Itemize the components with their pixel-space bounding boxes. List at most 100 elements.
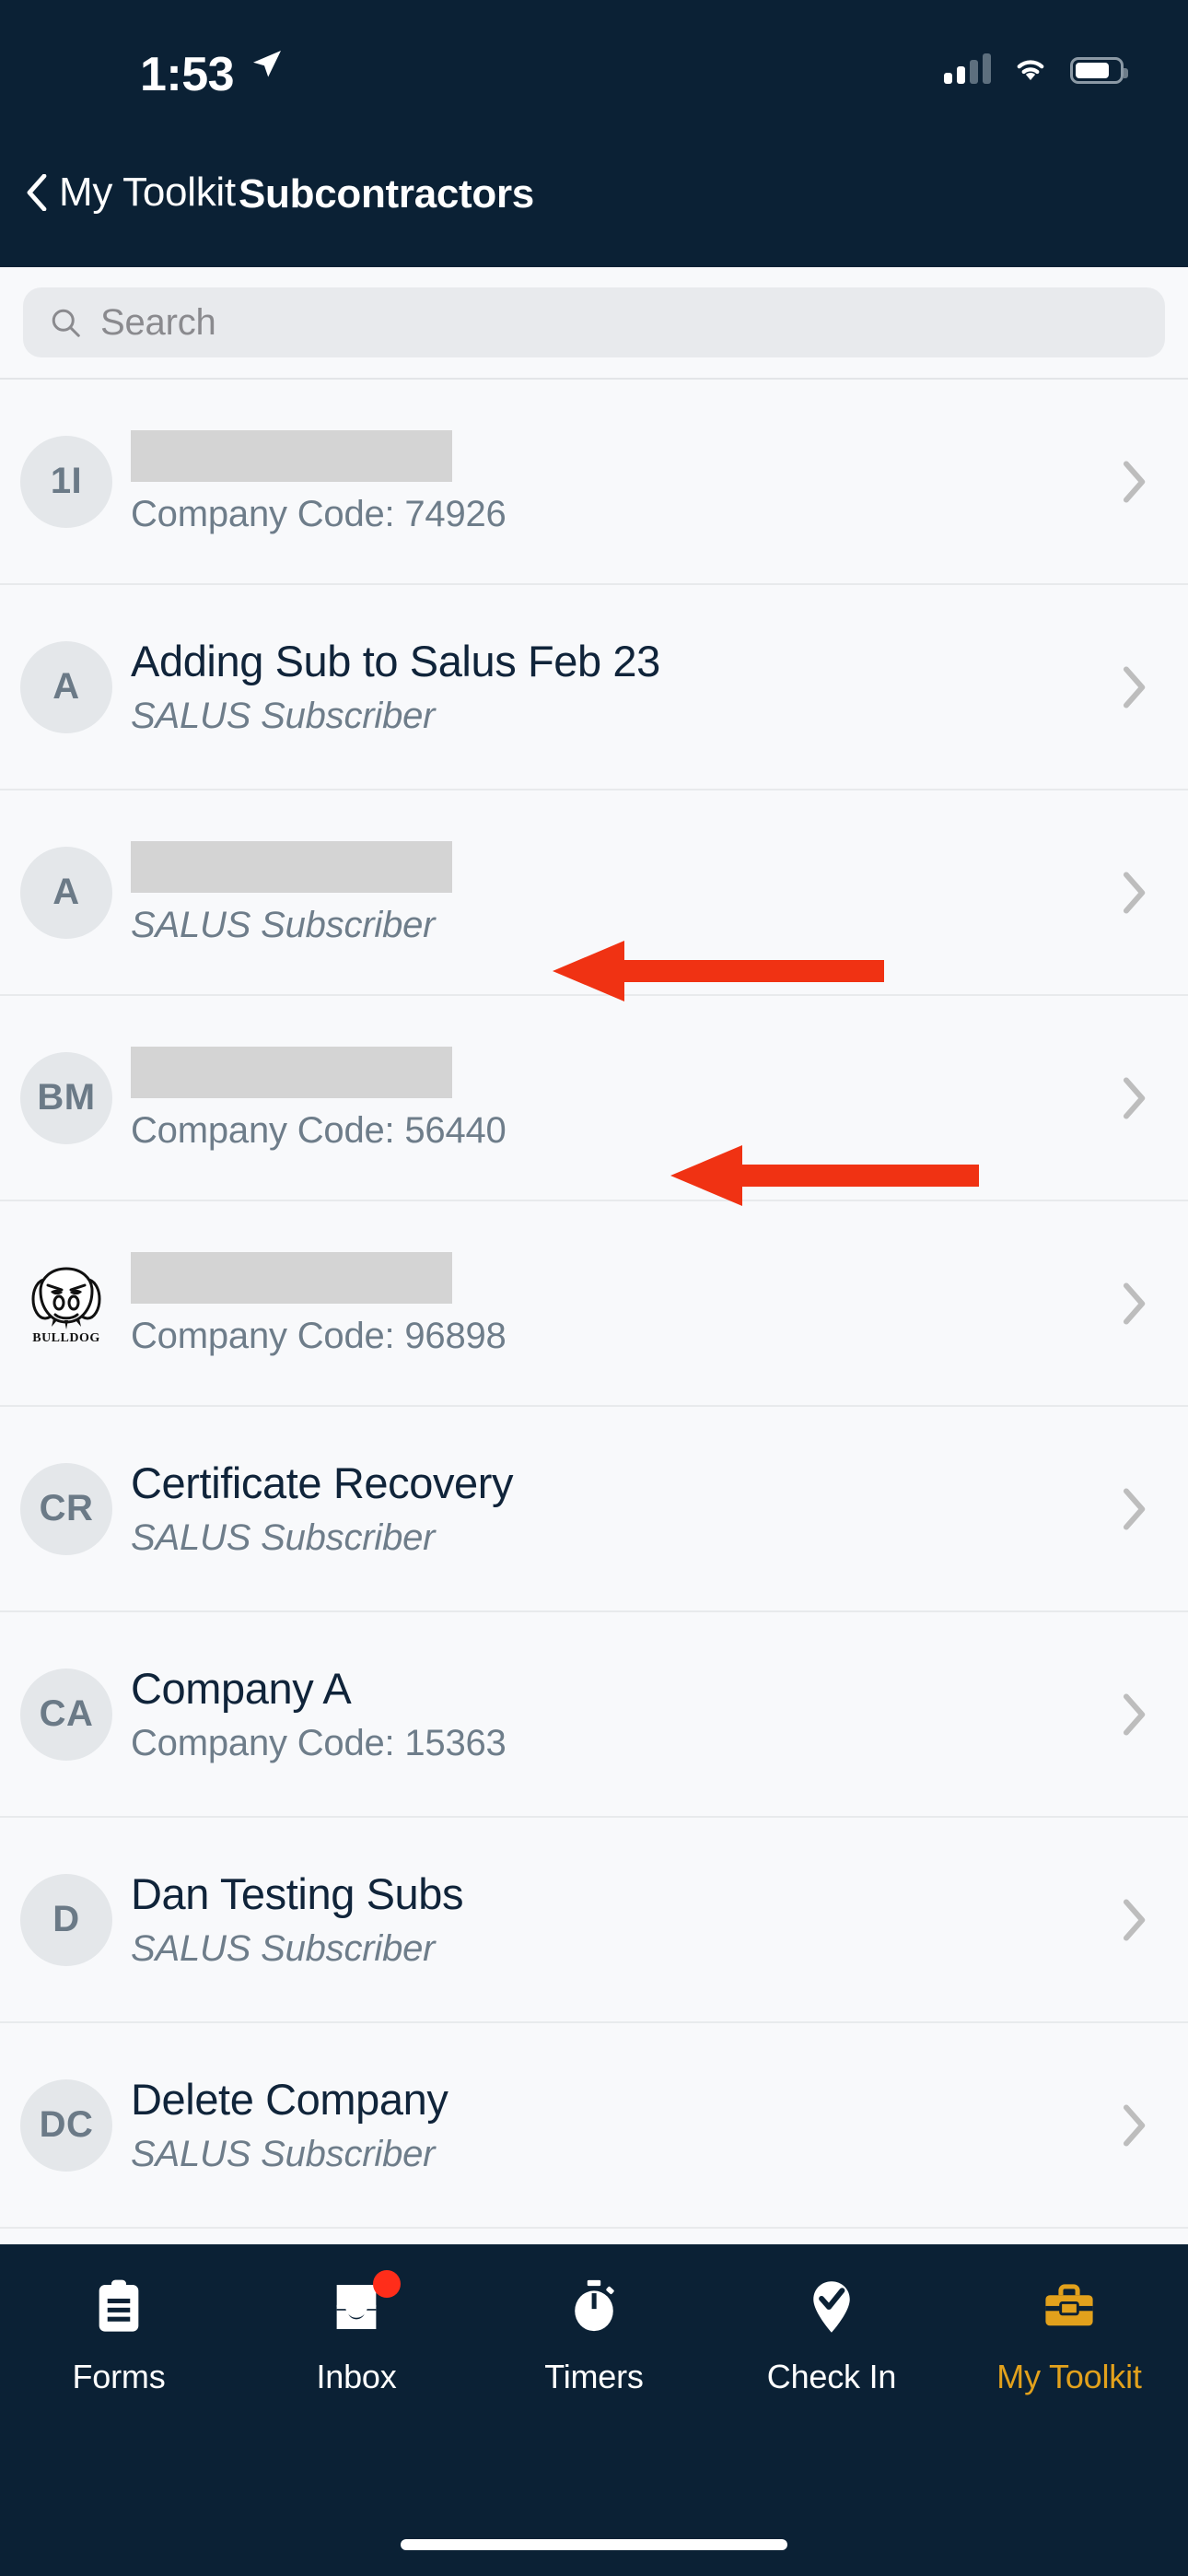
status-bar-indicators (944, 53, 1124, 84)
row-content: Company A Company Code: 15363 (131, 1666, 1112, 1762)
chevron-right-icon[interactable] (1112, 1899, 1155, 1941)
avatar-initials: CR (40, 1488, 94, 1529)
search-placeholder: Search (100, 302, 216, 344)
tab-icon-wrap (89, 2277, 148, 2341)
svg-text:BULLDOG: BULLDOG (32, 1331, 100, 1345)
company-name (131, 1047, 452, 1098)
table-row[interactable]: BM Company Code: 56440 (0, 996, 1188, 1201)
location-arrow-icon (250, 48, 284, 81)
table-row[interactable]: CR Certificate Recovery SALUS Subscriber (0, 1407, 1188, 1612)
company-subtitle: Company Code: 15363 (131, 1724, 1112, 1762)
map-pin-check-icon (802, 2277, 861, 2336)
avatar: DC (20, 2079, 112, 2172)
company-name (131, 841, 452, 893)
company-name: Dan Testing Subs (131, 1871, 1112, 1916)
tab-check-in[interactable]: Check In (713, 2277, 950, 2396)
chevron-right-icon[interactable] (1112, 2104, 1155, 2147)
status-bar-time: 1:53 (140, 51, 234, 99)
avatar-initials: A (52, 872, 79, 913)
company-subtitle: Company Code: 56440 (131, 1111, 1112, 1150)
subcontractor-list[interactable]: 1I Company Code: 74926 A Adding Sub to Salu… (0, 378, 1188, 2434)
tab-icon-wrap (327, 2277, 386, 2341)
table-row[interactable]: A SALUS Subscriber (0, 790, 1188, 996)
company-subtitle: Company Code: 96898 (131, 1317, 1112, 1355)
search-icon (49, 306, 82, 339)
tab-label: Timers (544, 2358, 643, 2396)
chevron-left-icon (26, 174, 48, 211)
tab-icon-wrap (1040, 2277, 1099, 2341)
chevron-right-icon[interactable] (1112, 1693, 1155, 1736)
avatar-initials: D (52, 1899, 79, 1940)
tab-label: Forms (73, 2358, 166, 2396)
row-content: Adding Sub to Salus Feb 23 SALUS Subscrib… (131, 638, 1112, 735)
company-name: Adding Sub to Salus Feb 23 (131, 638, 1112, 684)
company-subtitle: SALUS Subscriber (131, 2135, 1112, 2173)
notification-badge (373, 2270, 401, 2298)
row-content: Dan Testing Subs SALUS Subscriber (131, 1871, 1112, 1968)
company-subtitle: SALUS Subscriber (131, 697, 1112, 735)
navigation-bar: My Toolkit Subcontractors (0, 147, 1188, 267)
company-subtitle: SALUS Subscriber (131, 1518, 1112, 1557)
avatar: 1I (20, 436, 112, 528)
tab-label: Inbox (316, 2358, 396, 2396)
tab-label: Check In (767, 2358, 896, 2396)
table-row[interactable]: BULLDOG Company Code: 96898 (0, 1201, 1188, 1407)
status-bar: 1:53 (0, 0, 1188, 147)
table-row[interactable]: CA Company A Company Code: 15363 (0, 1612, 1188, 1818)
tab-inbox[interactable]: Inbox (238, 2277, 475, 2396)
bulldog-logo-icon: BULLDOG (20, 1256, 112, 1352)
row-content: Company Code: 74926 (131, 430, 1112, 533)
tab-icon-wrap (802, 2277, 861, 2341)
toolbox-icon (1040, 2277, 1099, 2336)
back-button-label: My Toolkit (59, 170, 236, 216)
company-name: Delete Company (131, 2077, 1112, 2122)
row-content: Delete Company SALUS Subscriber (131, 2077, 1112, 2173)
wifi-icon (1011, 53, 1050, 84)
table-row[interactable]: DC Delete Company SALUS Subscriber (0, 2023, 1188, 2229)
table-row[interactable]: 1I Company Code: 74926 (0, 380, 1188, 585)
avatar: CR (20, 1463, 112, 1555)
battery-icon (1070, 57, 1124, 84)
row-content: Certificate Recovery SALUS Subscriber (131, 1460, 1112, 1557)
avatar: BULLDOG (20, 1258, 112, 1350)
back-button[interactable]: My Toolkit (26, 170, 236, 216)
tab-forms[interactable]: Forms (0, 2277, 238, 2396)
clipboard-icon (89, 2277, 148, 2336)
tab-my-toolkit[interactable]: My Toolkit (950, 2277, 1188, 2396)
row-content: Company Code: 96898 (131, 1252, 1112, 1355)
company-name: Certificate Recovery (131, 1460, 1112, 1505)
avatar: A (20, 847, 112, 939)
avatar: D (20, 1874, 112, 1966)
avatar: A (20, 641, 112, 733)
company-subtitle: Company Code: 74926 (131, 495, 1112, 533)
chevron-right-icon[interactable] (1112, 1282, 1155, 1325)
company-subtitle: SALUS Subscriber (131, 1929, 1112, 1968)
bottom-tab-bar[interactable]: Forms Inbox Timers Check In My Toolkit (0, 2244, 1188, 2576)
company-name: Company A (131, 1666, 1112, 1711)
chevron-right-icon[interactable] (1112, 666, 1155, 708)
avatar-initials: DC (40, 2104, 94, 2146)
table-row[interactable]: D Dan Testing Subs SALUS Subscriber (0, 1818, 1188, 2023)
tab-label: My Toolkit (996, 2358, 1141, 2396)
stopwatch-icon (565, 2277, 623, 2336)
company-name (131, 430, 452, 482)
tab-icon-wrap (565, 2277, 623, 2341)
company-subtitle: SALUS Subscriber (131, 906, 1112, 944)
company-name (131, 1252, 452, 1304)
search-input[interactable]: Search (23, 287, 1165, 357)
tab-timers[interactable]: Timers (475, 2277, 713, 2396)
avatar-initials: A (52, 666, 79, 708)
page-title: Subcontractors (239, 171, 534, 217)
avatar-initials: CA (40, 1693, 94, 1735)
table-row[interactable]: A Adding Sub to Salus Feb 23 SALUS Subscri… (0, 585, 1188, 790)
search-section: Search (0, 267, 1188, 378)
chevron-right-icon[interactable] (1112, 1488, 1155, 1530)
avatar: CA (20, 1669, 112, 1761)
row-content: SALUS Subscriber (131, 841, 1112, 944)
cellular-bars-icon (944, 53, 991, 84)
chevron-right-icon[interactable] (1112, 1077, 1155, 1119)
chevron-right-icon[interactable] (1112, 872, 1155, 914)
avatar-initials: BM (37, 1077, 95, 1118)
row-content: Company Code: 56440 (131, 1047, 1112, 1150)
chevron-right-icon[interactable] (1112, 461, 1155, 503)
